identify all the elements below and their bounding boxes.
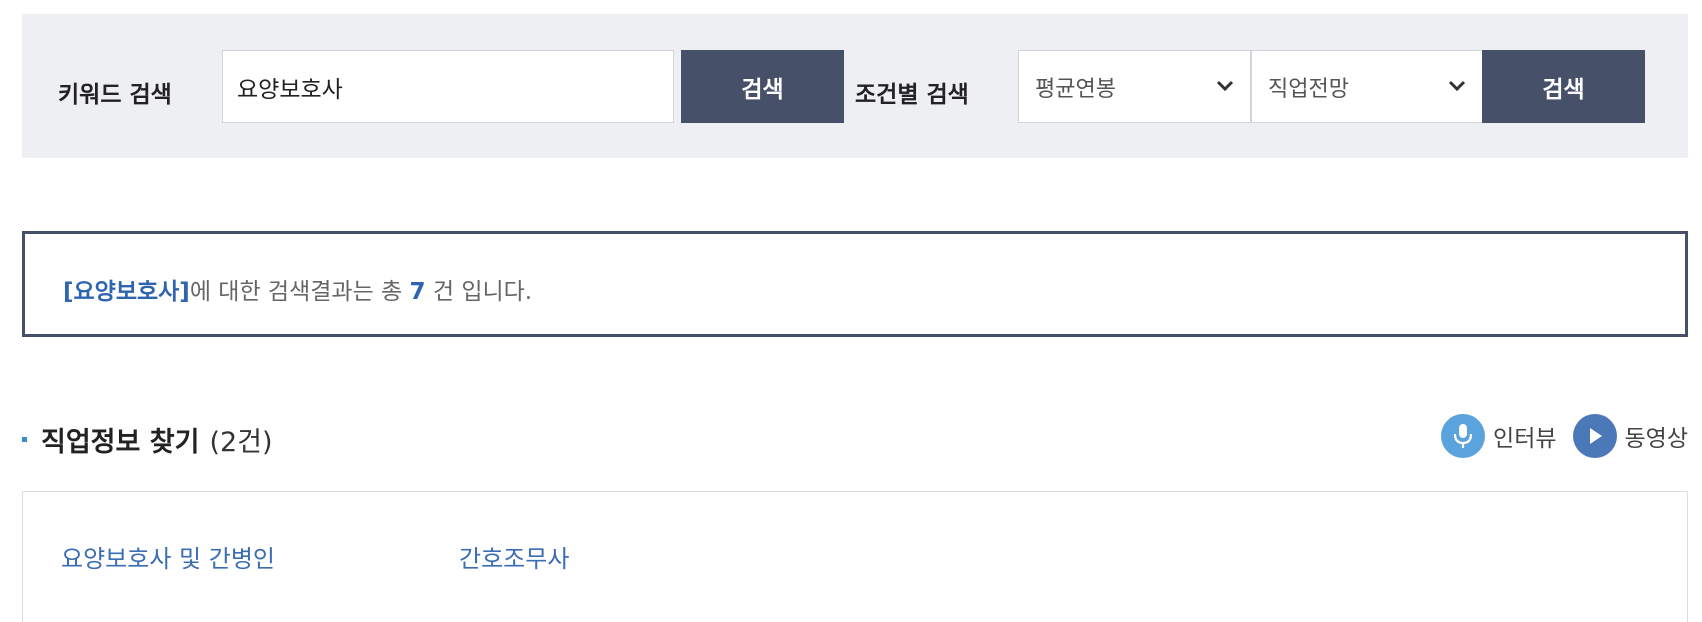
condition-search-button[interactable]: 검색 [1482, 50, 1645, 123]
result-text-before: 에 대한 검색결과는 총 [189, 279, 410, 305]
legend-interview-label: 인터뷰 [1493, 426, 1557, 452]
microphone-icon [1441, 414, 1486, 458]
legend: 인터뷰 동영상 [1425, 414, 1688, 458]
condition-search-label: 조건별 검색 [855, 82, 969, 108]
result-text: [요양보호사]에 대한 검색결과는 총 7 건 입니다. [63, 272, 532, 306]
result-text-after: 건 입니다. [425, 279, 533, 305]
salary-select-value: 평균연봉 [1035, 76, 1116, 102]
outlook-select-value: 직업전망 [1268, 76, 1349, 102]
keyword-search-input[interactable] [222, 50, 674, 123]
job-list: 요양보호사 및 간병인 간호조무사 [22, 491, 1688, 622]
search-result-summary: [요양보호사]에 대한 검색결과는 총 7 건 입니다. [22, 231, 1688, 337]
bullet-icon [22, 437, 27, 442]
play-icon [1572, 414, 1617, 458]
legend-video: 동영상 [1572, 414, 1688, 458]
section-header: 직업정보 찾기 (2건) [22, 420, 273, 459]
chevron-down-icon [1216, 80, 1234, 92]
legend-interview: 인터뷰 [1441, 414, 1557, 458]
job-link[interactable]: 요양보호사 및 간병인 [61, 539, 275, 574]
section-title: 직업정보 찾기 [41, 427, 200, 458]
badge-emblem-decoration [1328, 0, 1428, 12]
chevron-down-icon [1448, 80, 1466, 92]
job-link[interactable]: 간호조무사 [459, 539, 569, 574]
section-count: (2건) [209, 427, 273, 458]
result-count: 7 [409, 279, 426, 305]
keyword-search-button[interactable]: 검색 [681, 50, 844, 123]
keyword-search-label: 키워드 검색 [58, 82, 172, 108]
result-keyword: [요양보호사] [63, 279, 190, 305]
salary-select[interactable]: 평균연봉 [1018, 50, 1251, 123]
outlook-select[interactable]: 직업전망 [1251, 50, 1483, 123]
legend-video-label: 동영상 [1624, 426, 1688, 452]
